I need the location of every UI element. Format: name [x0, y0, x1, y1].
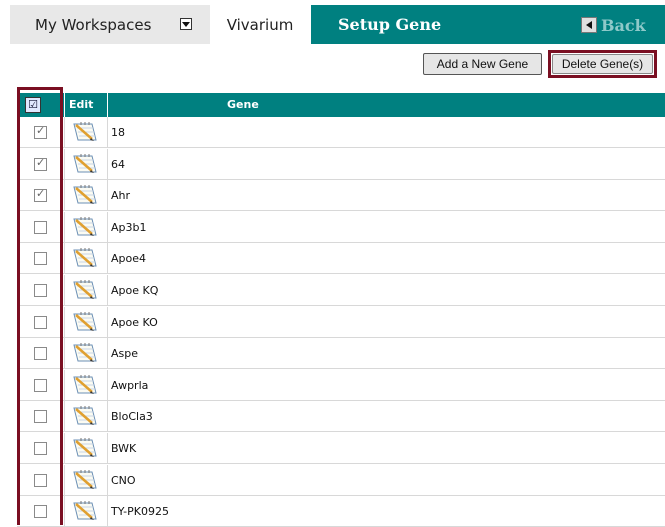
- gene-name: Ahr: [111, 189, 131, 203]
- gene-name: CNO: [111, 473, 136, 487]
- edit-notepad-icon[interactable]: [72, 153, 98, 175]
- gene-name: Ap3b1: [111, 220, 147, 234]
- row-checkbox[interactable]: [34, 378, 47, 392]
- edit-notepad-icon[interactable]: [72, 311, 98, 333]
- column-divider: [64, 117, 65, 148]
- column-divider: [64, 338, 65, 370]
- add-gene-button[interactable]: Add a New Gene: [423, 53, 542, 75]
- row-checkbox[interactable]: [34, 505, 47, 519]
- edit-notepad-icon[interactable]: [72, 279, 98, 301]
- edit-notepad-icon[interactable]: [72, 500, 98, 522]
- tab-my-workspaces[interactable]: My Workspaces: [10, 5, 210, 44]
- edit-notepad-icon[interactable]: [72, 184, 98, 206]
- table-row: Apoe KO: [17, 306, 665, 338]
- column-divider: [107, 433, 108, 464]
- column-divider: [107, 306, 108, 338]
- column-divider: [64, 211, 65, 243]
- row-checkbox[interactable]: [34, 473, 47, 487]
- edit-notepad-icon[interactable]: [72, 216, 98, 238]
- gene-name: 64: [111, 157, 125, 171]
- column-divider: [107, 275, 108, 306]
- row-checkbox[interactable]: [34, 252, 47, 266]
- row-checkbox[interactable]: [34, 220, 47, 234]
- column-divider: [64, 148, 65, 180]
- row-checkbox[interactable]: [34, 124, 47, 139]
- select-all-checkbox-icon[interactable]: ☑: [25, 97, 41, 113]
- header-divider: [107, 93, 108, 117]
- edit-notepad-icon[interactable]: [72, 374, 98, 396]
- row-checkbox[interactable]: [34, 347, 47, 361]
- column-divider: [64, 180, 65, 212]
- row-checkbox[interactable]: [34, 156, 47, 171]
- gene-name: BWK: [111, 442, 137, 455]
- tab-setup-gene: Setup Gene Back: [311, 5, 665, 44]
- table-row: 18: [17, 117, 665, 148]
- table-row: Ap3b1: [17, 211, 665, 243]
- column-divider: [107, 464, 108, 496]
- gene-name: BloCla3: [111, 410, 153, 424]
- column-divider: [107, 369, 108, 401]
- row-checkbox[interactable]: [34, 442, 47, 455]
- column-divider: [107, 401, 108, 433]
- tab-my-workspaces-label: My Workspaces: [35, 15, 152, 34]
- gene-name: Apoe KQ: [111, 284, 159, 297]
- edit-notepad-icon[interactable]: [72, 437, 98, 459]
- header-divider: [64, 93, 65, 117]
- column-divider: [107, 148, 108, 180]
- table-row: BWK: [17, 433, 665, 464]
- chevron-down-icon[interactable]: [180, 18, 192, 30]
- gene-name: Apoe4: [111, 252, 147, 266]
- column-divider: [107, 117, 108, 148]
- back-arrow-icon: [581, 17, 597, 33]
- edit-notepad-icon[interactable]: [72, 121, 98, 143]
- column-divider: [107, 243, 108, 275]
- column-divider: [107, 180, 108, 212]
- table-row: Apoe KQ: [17, 275, 665, 306]
- gene-name: TY-PK0925: [111, 505, 169, 519]
- page-title: Setup Gene: [338, 15, 442, 34]
- row-checkbox[interactable]: [34, 410, 47, 424]
- column-header-edit: Edit: [69, 98, 94, 111]
- column-divider: [64, 433, 65, 464]
- table-row: BloCla3: [17, 401, 665, 433]
- gene-name: Awprla: [111, 378, 149, 392]
- table-header: ☑ Edit Gene: [17, 93, 665, 117]
- table-row: Apoe4: [17, 243, 665, 275]
- edit-notepad-icon[interactable]: [72, 469, 98, 491]
- delete-genes-button[interactable]: Delete Gene(s): [552, 54, 653, 74]
- column-divider: [64, 306, 65, 338]
- column-divider: [64, 464, 65, 496]
- column-divider: [107, 338, 108, 370]
- back-label: Back: [601, 15, 646, 35]
- gene-name: Apoe KO: [111, 315, 158, 329]
- row-checkbox[interactable]: [34, 187, 47, 203]
- column-header-gene: Gene: [227, 98, 259, 111]
- gene-name: Aspe: [111, 347, 139, 361]
- top-navigation: My Workspaces Vivarium Setup Gene Back: [0, 0, 665, 44]
- tab-vivarium[interactable]: Vivarium: [212, 5, 308, 44]
- column-divider: [64, 496, 65, 527]
- row-checkbox[interactable]: [34, 284, 47, 297]
- gene-name: 18: [111, 126, 125, 139]
- table-row: CNO: [17, 464, 665, 496]
- table-row: Awprla: [17, 369, 665, 401]
- table-row: TY-PK0925: [17, 496, 665, 527]
- column-divider: [107, 496, 108, 527]
- edit-notepad-icon[interactable]: [72, 247, 98, 269]
- edit-notepad-icon[interactable]: [72, 342, 98, 364]
- column-divider: [64, 275, 65, 306]
- table-row: Ahr: [17, 180, 665, 212]
- column-divider: [64, 369, 65, 401]
- column-divider: [64, 243, 65, 275]
- row-checkbox[interactable]: [34, 315, 47, 329]
- column-divider: [107, 211, 108, 243]
- table-row: 64: [17, 148, 665, 180]
- column-divider: [64, 401, 65, 433]
- back-button[interactable]: Back: [581, 14, 646, 36]
- table-row: Aspe: [17, 338, 665, 370]
- edit-notepad-icon[interactable]: [72, 405, 98, 427]
